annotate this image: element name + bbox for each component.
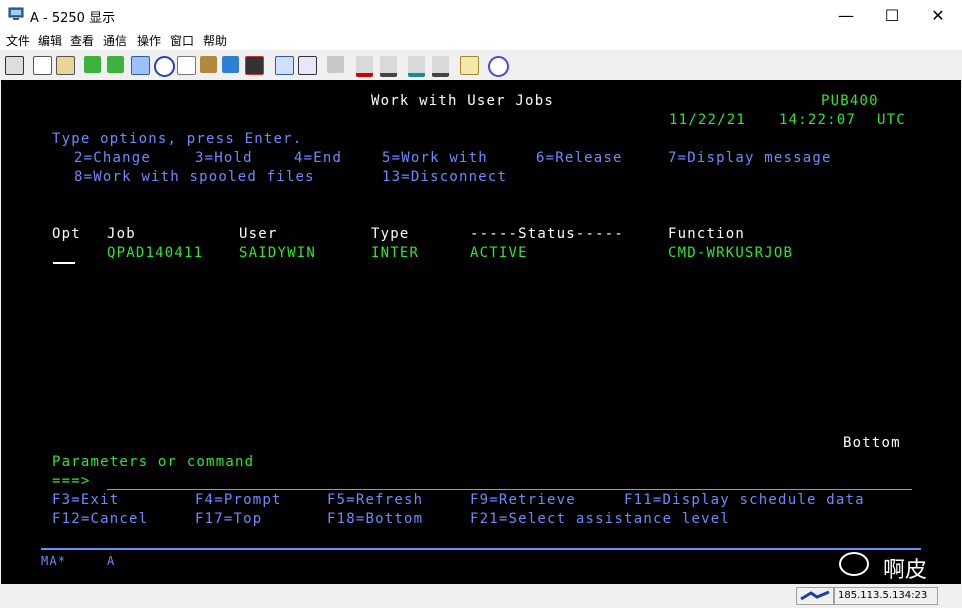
menu-window[interactable]: 窗口 (170, 32, 194, 49)
notes-icon[interactable] (177, 56, 196, 75)
job-name-cell: QPAD140411 (107, 245, 204, 261)
navigator-icon[interactable] (154, 56, 175, 77)
fkey-retrieve[interactable]: F9=Retrieve (470, 492, 576, 508)
menu-view[interactable]: 查看 (70, 32, 94, 49)
wechat-logo-icon (839, 552, 869, 576)
column-header-status: -----Status----- (470, 226, 625, 242)
window-title: A - 5250 显示 (30, 11, 116, 26)
maximize-button[interactable]: ☐ (869, 0, 915, 30)
palette-icon[interactable] (222, 56, 239, 73)
screen-date: 11/22/21 (669, 112, 747, 128)
watermark-text: 啊皮 (883, 558, 928, 583)
column-header-opt: Opt (52, 226, 81, 242)
send-file-icon[interactable] (84, 56, 101, 73)
option-hold: 3=Hold (195, 150, 253, 166)
option-work-with-spooled-files: 8=Work with spooled files (74, 169, 315, 185)
paste-icon[interactable] (56, 56, 75, 75)
minimize-button[interactable]: — (823, 0, 869, 30)
grid-icon[interactable] (298, 56, 317, 75)
fkey-bottom[interactable]: F18=Bottom (327, 511, 423, 527)
opt-input-field[interactable] (53, 262, 75, 264)
status-cell: ACTIVE (470, 245, 528, 261)
command-input[interactable] (107, 489, 912, 490)
option-end: 4=End (294, 150, 343, 166)
parameters-label: Parameters or command (52, 454, 255, 470)
fkey-select-assistance-level[interactable]: F21=Select assistance level (470, 511, 730, 527)
system-name: PUB400 (821, 93, 879, 109)
screen-timezone: UTC (877, 112, 906, 128)
column-header-job: Job (107, 226, 136, 242)
pause-icon[interactable] (432, 56, 449, 77)
title-bar: A - 5250 显示 — ☐ ✕ (0, 0, 962, 30)
screen-title: Work with User Jobs (371, 93, 554, 109)
film-icon[interactable] (245, 56, 264, 75)
keypad-icon[interactable] (275, 56, 294, 75)
close-button[interactable]: ✕ (915, 0, 961, 30)
close-icon: ✕ (931, 5, 945, 25)
user-cell: SAIDYWIN (239, 245, 317, 261)
fkey-cancel[interactable]: F12=Cancel (52, 511, 148, 527)
menu-help[interactable]: 帮助 (203, 32, 227, 49)
fkey-refresh[interactable]: F5=Refresh (327, 492, 423, 508)
connection-status-box (796, 587, 834, 605)
minimize-icon: — (838, 5, 854, 25)
clipboard-icon[interactable] (460, 56, 479, 75)
fkey-prompt[interactable]: F4=Prompt (195, 492, 282, 508)
menu-communication[interactable]: 通信 (103, 32, 127, 49)
oia-message-area: MA* (41, 554, 67, 568)
menu-file[interactable]: 文件 (6, 32, 30, 49)
macro-icon[interactable] (131, 56, 150, 75)
copy-icon[interactable] (33, 56, 52, 75)
column-header-type: Type (371, 226, 410, 242)
help-icon[interactable] (488, 56, 509, 77)
record-macro-icon[interactable] (356, 56, 373, 77)
oia-session-id: A (107, 554, 116, 568)
receive-file-icon[interactable] (107, 56, 124, 73)
toolbar (0, 50, 962, 81)
instructions: Type options, press Enter. (52, 131, 303, 147)
print-screen-icon[interactable] (5, 56, 24, 75)
watermark: 啊皮 (839, 550, 939, 583)
stop-macro-icon[interactable] (380, 56, 397, 77)
option-disconnect: 13=Disconnect (382, 169, 508, 185)
terminal-screen[interactable]: Work with User Jobs PUB400 11/22/21 14:2… (1, 80, 961, 584)
maximize-icon: ☐ (884, 5, 900, 25)
host-address: 185.113.5.134:23 (834, 587, 938, 605)
option-work-with: 5=Work with (382, 150, 488, 166)
box-icon[interactable] (200, 56, 217, 73)
option-release: 6=Release (536, 150, 623, 166)
option-change: 2=Change (74, 150, 152, 166)
connection-icon (800, 590, 830, 601)
terminal-app-icon (8, 7, 24, 20)
tools-icon[interactable] (327, 56, 344, 73)
function-cell: CMD-WRKUSRJOB (668, 245, 794, 261)
menu-actions[interactable]: 操作 (137, 32, 161, 49)
fkey-display-schedule-data[interactable]: F11=Display schedule data (624, 492, 865, 508)
oia-separator (41, 548, 921, 550)
screen-time: 14:22:07 (779, 112, 857, 128)
menu-edit[interactable]: 编辑 (38, 32, 62, 49)
option-display-message: 7=Display message (668, 150, 832, 166)
type-cell: INTER (371, 245, 420, 261)
fkey-exit[interactable]: F3=Exit (52, 492, 119, 508)
more-indicator: Bottom (843, 435, 901, 451)
play-macro-icon[interactable] (408, 56, 425, 77)
status-bar: 185.113.5.134:23 (0, 584, 962, 608)
command-prompt: ===> (52, 473, 91, 489)
menu-bar: 文件 编辑 查看 通信 操作 窗口 帮助 (0, 30, 962, 50)
column-header-function: Function (668, 226, 746, 242)
fkey-top[interactable]: F17=Top (195, 511, 262, 527)
column-header-user: User (239, 226, 278, 242)
